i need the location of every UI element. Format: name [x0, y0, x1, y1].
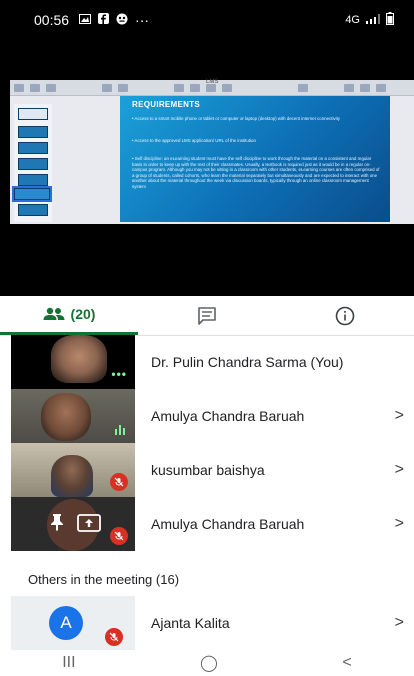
bar: [119, 425, 121, 435]
mic-off-icon: [110, 527, 128, 545]
slide-thumbnail: [18, 126, 48, 138]
people-icon: [43, 307, 65, 321]
meet-screen: 00:56 ··· 4G LMS REQUIREMENTS • Access t…: [0, 0, 414, 676]
tab-chat[interactable]: [138, 296, 276, 335]
status-time: 00:56: [34, 12, 70, 28]
bar: [123, 428, 125, 435]
chevron-right-icon[interactable]: >: [395, 443, 404, 497]
ribbon-button-icon: [174, 83, 184, 92]
participant-row[interactable]: Amulya Chandra Baruah >: [0, 497, 414, 551]
status-more: ···: [135, 12, 150, 28]
tab-info[interactable]: [276, 296, 414, 335]
ribbon-button-icon: [298, 83, 308, 92]
gallery-icon: [79, 13, 92, 27]
mic-off-icon: [105, 628, 123, 646]
participant-name: Amulya Chandra Baruah: [151, 408, 305, 424]
speaking-indicator-icon: •••: [111, 367, 127, 381]
ribbon-button-icon: [30, 83, 40, 92]
participant-face: [51, 335, 107, 383]
network-label: 4G: [345, 14, 360, 26]
pin-icon: [49, 513, 65, 536]
participant-video: [11, 443, 135, 497]
present-screen-icon: [77, 514, 101, 537]
participant-name: Ajanta Kalita: [151, 615, 230, 631]
system-nav-bar: III ◯ <: [0, 650, 414, 676]
ribbon-button-icon: [102, 83, 112, 92]
avatar: A: [49, 606, 83, 640]
ribbon-button-icon: [344, 83, 354, 92]
chevron-right-icon[interactable]: >: [395, 497, 404, 551]
app-icon: [116, 13, 128, 28]
participant-avatar-tile: A: [11, 596, 135, 650]
slide-thumbnails: [12, 104, 52, 222]
avatar-initial: A: [60, 613, 72, 632]
info-icon: [335, 306, 355, 326]
shared-screen-presentation[interactable]: LMS REQUIREMENTS • Access to a smart mob…: [10, 79, 414, 224]
slide-thumbnail: [18, 108, 48, 120]
signal-icon: [366, 13, 380, 27]
participant-video: [11, 497, 135, 551]
home-button[interactable]: ◯: [200, 653, 218, 673]
participant-name: kusumbar baishya: [151, 462, 265, 478]
participant-row[interactable]: Amulya Chandra Baruah >: [0, 389, 414, 443]
status-right: 4G: [345, 12, 394, 28]
mic-off-icon: [110, 473, 128, 491]
participant-video: •••: [11, 335, 135, 389]
slide-thumbnail: [18, 204, 48, 216]
ribbon-button-icon: [360, 83, 370, 92]
slide-thumbnail: [18, 142, 48, 154]
facebook-icon: [98, 13, 110, 27]
slide-bullet: • Access to the approved LMS application…: [132, 138, 256, 143]
chevron-right-icon[interactable]: >: [395, 389, 404, 443]
slide-thumbnail: [18, 174, 48, 186]
speaking-indicator-icon: [115, 425, 125, 435]
recent-apps-button[interactable]: III: [62, 654, 75, 672]
slide-title: REQUIREMENTS: [132, 100, 201, 109]
meeting-tabs: (20): [0, 296, 414, 336]
ribbon-button-icon: [46, 83, 56, 92]
slide-thumbnail: [18, 158, 48, 170]
participant-row[interactable]: kusumbar baishya >: [0, 443, 414, 497]
ppt-window-title: LMS: [206, 79, 219, 85]
participant-face: [51, 455, 93, 497]
bar: [115, 429, 117, 435]
chevron-right-icon[interactable]: >: [395, 596, 404, 650]
participant-video: [11, 389, 135, 443]
ribbon-button-icon: [190, 83, 200, 92]
participant-row[interactable]: A Ajanta Kalita >: [0, 596, 414, 650]
status-bar: 00:56 ··· 4G: [0, 0, 414, 40]
battery-icon: [386, 12, 394, 28]
slide-thumbnail-selected: [12, 186, 52, 202]
slide-bullet: • Access to a smart mobile phone or tabl…: [132, 116, 341, 121]
ribbon-button-icon: [118, 83, 128, 92]
chat-icon: [197, 306, 217, 325]
people-count: (20): [70, 306, 96, 322]
participant-face: [41, 393, 91, 441]
participant-name: Amulya Chandra Baruah: [151, 516, 305, 532]
participant-row[interactable]: ••• Dr. Pulin Chandra Sarma (You): [0, 335, 414, 389]
participant-name: Dr. Pulin Chandra Sarma (You): [151, 354, 344, 370]
ribbon-button-icon: [222, 83, 232, 92]
tab-people[interactable]: (20): [0, 296, 138, 335]
back-button[interactable]: <: [342, 654, 351, 672]
current-slide: REQUIREMENTS • Access to a smart mobile …: [120, 96, 390, 222]
others-section-title: Others in the meeting (16): [28, 572, 180, 587]
ribbon-button-icon: [376, 83, 386, 92]
ribbon-button-icon: [14, 83, 24, 92]
slide-bullet: • Self discipline: an eLearning student …: [132, 156, 380, 189]
